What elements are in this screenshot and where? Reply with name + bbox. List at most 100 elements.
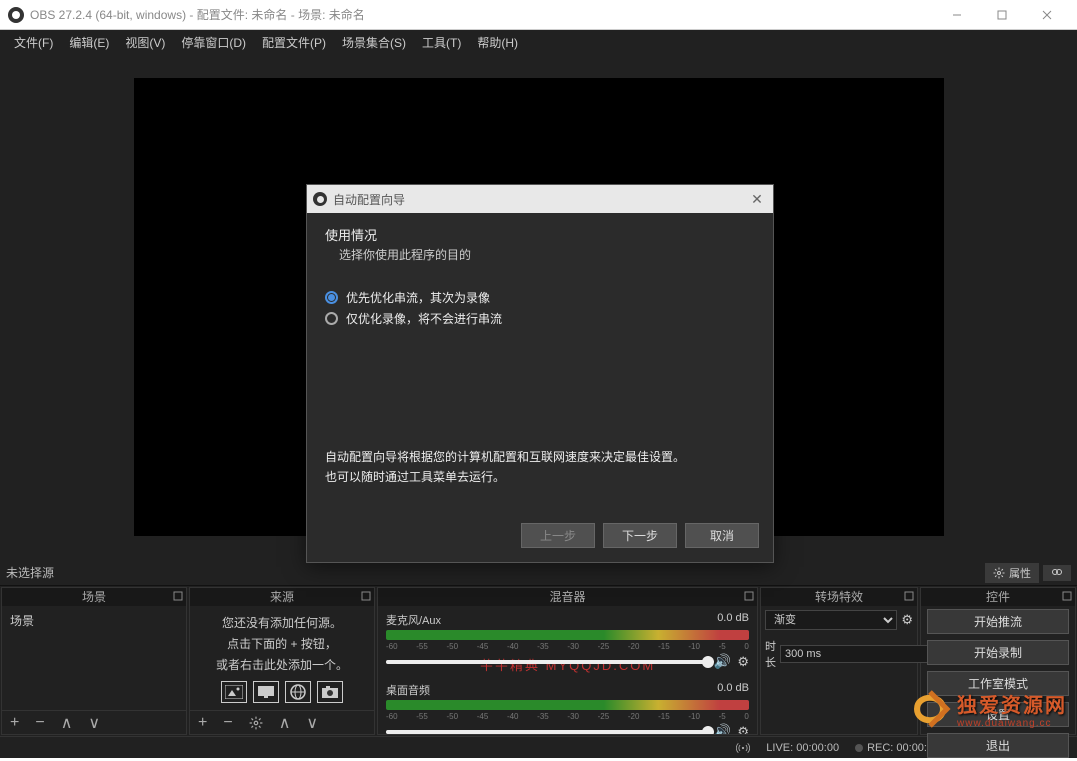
transitions-panel: 转场特效 渐变 ⚙ 时长 xyxy=(760,587,918,735)
wizard-subheading: 选择你使用此程序的目的 xyxy=(339,246,755,263)
window-titlebar: OBS 27.2.4 (64-bit, windows) - 配置文件: 未命名… xyxy=(0,0,1077,30)
live-status: LIVE: 00:00:00 xyxy=(766,742,839,754)
transition-settings-icon[interactable]: ⚙ xyxy=(901,612,913,628)
watermark-text: 独爱资源网 xyxy=(957,689,1067,718)
mixer-panel: 混音器 麦克风/Aux 0.0 dB 芊芊精典 MYQQJD.COM -60-5… xyxy=(377,587,758,735)
auto-config-wizard: 自动配置向导 ✕ 使用情况 选择你使用此程序的目的 优先优化串流，其次为录像 仅… xyxy=(306,184,774,563)
transitions-header: 转场特效 xyxy=(761,588,917,606)
wizard-cancel-button[interactable]: 取消 xyxy=(685,523,759,548)
broadcast-icon xyxy=(736,741,750,755)
filters-button[interactable] xyxy=(1043,565,1071,581)
properties-label: 属性 xyxy=(1009,565,1031,581)
red-watermark-text: 芊芊精典 MYQQJD.COM xyxy=(480,655,655,674)
mixer-desktop-db: 0.0 dB xyxy=(717,682,749,698)
mixer-desktop-label: 桌面音频 xyxy=(386,682,430,698)
popout-icon[interactable] xyxy=(172,590,184,602)
add-scene-button[interactable]: + xyxy=(6,714,23,732)
scene-list[interactable]: 场景 xyxy=(2,606,186,710)
source-down-button[interactable]: ∨ xyxy=(302,713,322,733)
speaker-icon[interactable]: 🔊 xyxy=(714,653,731,670)
sources-empty[interactable]: 您还没有添加任何源。 点击下面的 + 按钮， 或者右击此处添加一个。 xyxy=(190,606,374,710)
mixer-header: 混音器 xyxy=(378,588,757,606)
maximize-button[interactable] xyxy=(979,1,1024,29)
popout-icon[interactable] xyxy=(903,590,915,602)
vu-ticks: -60-55-50-45-40-35-30-25-20-15-10-50 xyxy=(386,642,749,651)
minimize-button[interactable] xyxy=(934,1,979,29)
globe-source-icon xyxy=(285,681,311,703)
source-settings-button[interactable] xyxy=(245,716,267,730)
wizard-title: 自动配置向导 xyxy=(333,191,747,208)
sources-panel: 来源 您还没有添加任何源。 点击下面的 + 按钮， 或者右击此处添加一个。 + … xyxy=(189,587,375,735)
menu-scene-collection[interactable]: 场景集合(S) xyxy=(334,32,414,53)
scene-down-button[interactable]: ∨ xyxy=(84,713,104,733)
add-source-button[interactable]: + xyxy=(194,714,211,732)
menu-tools[interactable]: 工具(T) xyxy=(414,32,469,53)
sources-header: 来源 xyxy=(190,588,374,606)
menu-file[interactable]: 文件(F) xyxy=(6,32,61,53)
popout-icon[interactable] xyxy=(1061,590,1073,602)
vu-meter xyxy=(386,630,749,640)
radio-icon xyxy=(325,312,338,325)
wizard-opt2-label: 仅优化录像，将不会进行串流 xyxy=(346,310,502,327)
speaker-icon[interactable]: 🔊 xyxy=(714,723,731,734)
vu-ticks: -60-55-50-45-40-35-30-25-20-15-10-50 xyxy=(386,712,749,721)
transition-select[interactable]: 渐变 xyxy=(765,610,897,630)
rec-dot-icon xyxy=(855,744,863,752)
channel-settings-icon[interactable]: ⚙ xyxy=(737,654,749,670)
camera-source-icon xyxy=(317,681,343,703)
popout-icon[interactable] xyxy=(743,590,755,602)
scene-up-button[interactable]: ∧ xyxy=(57,713,77,733)
mixer-channel-mic: 麦克风/Aux 0.0 dB 芊芊精典 MYQQJD.COM -60-55-50… xyxy=(386,612,749,670)
close-button[interactable] xyxy=(1024,1,1069,29)
mixer-mic-label: 麦克风/Aux xyxy=(386,612,441,628)
wizard-option-record[interactable]: 仅优化录像，将不会进行串流 xyxy=(325,310,755,327)
menu-edit[interactable]: 编辑(E) xyxy=(61,32,117,53)
vu-meter xyxy=(386,700,749,710)
menu-bar: 文件(F) 编辑(E) 视图(V) 停靠窗口(D) 配置文件(P) 场景集合(S… xyxy=(0,30,1077,54)
controls-header: 控件 xyxy=(921,588,1075,606)
sources-empty-line3: 或者右击此处添加一个。 xyxy=(216,656,348,673)
menu-profile[interactable]: 配置文件(P) xyxy=(254,32,334,53)
status-bar: LIVE: 00:00:00 REC: 00:00:00 CPU: 0.3%, … xyxy=(0,736,1077,758)
scene-item[interactable]: 场景 xyxy=(6,610,182,631)
display-source-icon xyxy=(253,681,279,703)
duration-label: 时长 xyxy=(765,638,776,670)
image-source-icon xyxy=(221,681,247,703)
wizard-back-button[interactable]: 上一步 xyxy=(521,523,595,548)
channel-settings-icon[interactable]: ⚙ xyxy=(737,724,749,735)
scenes-header: 场景 xyxy=(2,588,186,606)
volume-slider[interactable] xyxy=(386,730,708,734)
wizard-info-2: 也可以随时通过工具菜单去运行。 xyxy=(325,467,755,487)
obs-icon xyxy=(8,7,24,23)
source-up-button[interactable]: ∧ xyxy=(275,713,295,733)
watermark-logo-icon xyxy=(907,688,953,730)
remove-scene-button[interactable]: − xyxy=(31,714,48,732)
wizard-info-1: 自动配置向导将根据您的计算机配置和互联网速度来决定最佳设置。 xyxy=(325,447,755,467)
duration-input[interactable] xyxy=(780,645,932,663)
wizard-titlebar[interactable]: 自动配置向导 ✕ xyxy=(307,185,773,213)
sources-empty-line1: 您还没有添加任何源。 xyxy=(222,614,342,631)
sources-empty-line2: 点击下面的 + 按钮， xyxy=(227,635,337,652)
mixer-channel-desktop: 桌面音频 0.0 dB -60-55-50-45-40-35-30-25-20-… xyxy=(386,682,749,734)
volume-slider[interactable] xyxy=(386,660,708,664)
menu-help[interactable]: 帮助(H) xyxy=(469,32,526,53)
exit-button[interactable]: 退出 xyxy=(927,733,1069,758)
wizard-next-button[interactable]: 下一步 xyxy=(603,523,677,548)
wizard-heading: 使用情况 xyxy=(325,225,755,244)
menu-view[interactable]: 视图(V) xyxy=(117,32,173,53)
start-record-button[interactable]: 开始录制 xyxy=(927,640,1069,665)
mixer-mic-db: 0.0 dB xyxy=(717,612,749,628)
window-title: OBS 27.2.4 (64-bit, windows) - 配置文件: 未命名… xyxy=(30,6,934,23)
gear-icon xyxy=(249,716,263,730)
start-stream-button[interactable]: 开始推流 xyxy=(927,609,1069,634)
source-toolbar: 未选择源 属性 xyxy=(0,560,1077,586)
menu-dock[interactable]: 停靠窗口(D) xyxy=(173,32,254,53)
no-source-label: 未选择源 xyxy=(6,564,981,581)
watermark-url: www.duaiwang.cc xyxy=(957,718,1067,729)
wizard-opt1-label: 优先优化串流，其次为录像 xyxy=(346,289,490,306)
popout-icon[interactable] xyxy=(360,590,372,602)
remove-source-button[interactable]: − xyxy=(219,714,236,732)
wizard-close-button[interactable]: ✕ xyxy=(747,191,767,208)
wizard-option-stream[interactable]: 优先优化串流，其次为录像 xyxy=(325,289,755,306)
properties-button[interactable]: 属性 xyxy=(985,563,1039,583)
